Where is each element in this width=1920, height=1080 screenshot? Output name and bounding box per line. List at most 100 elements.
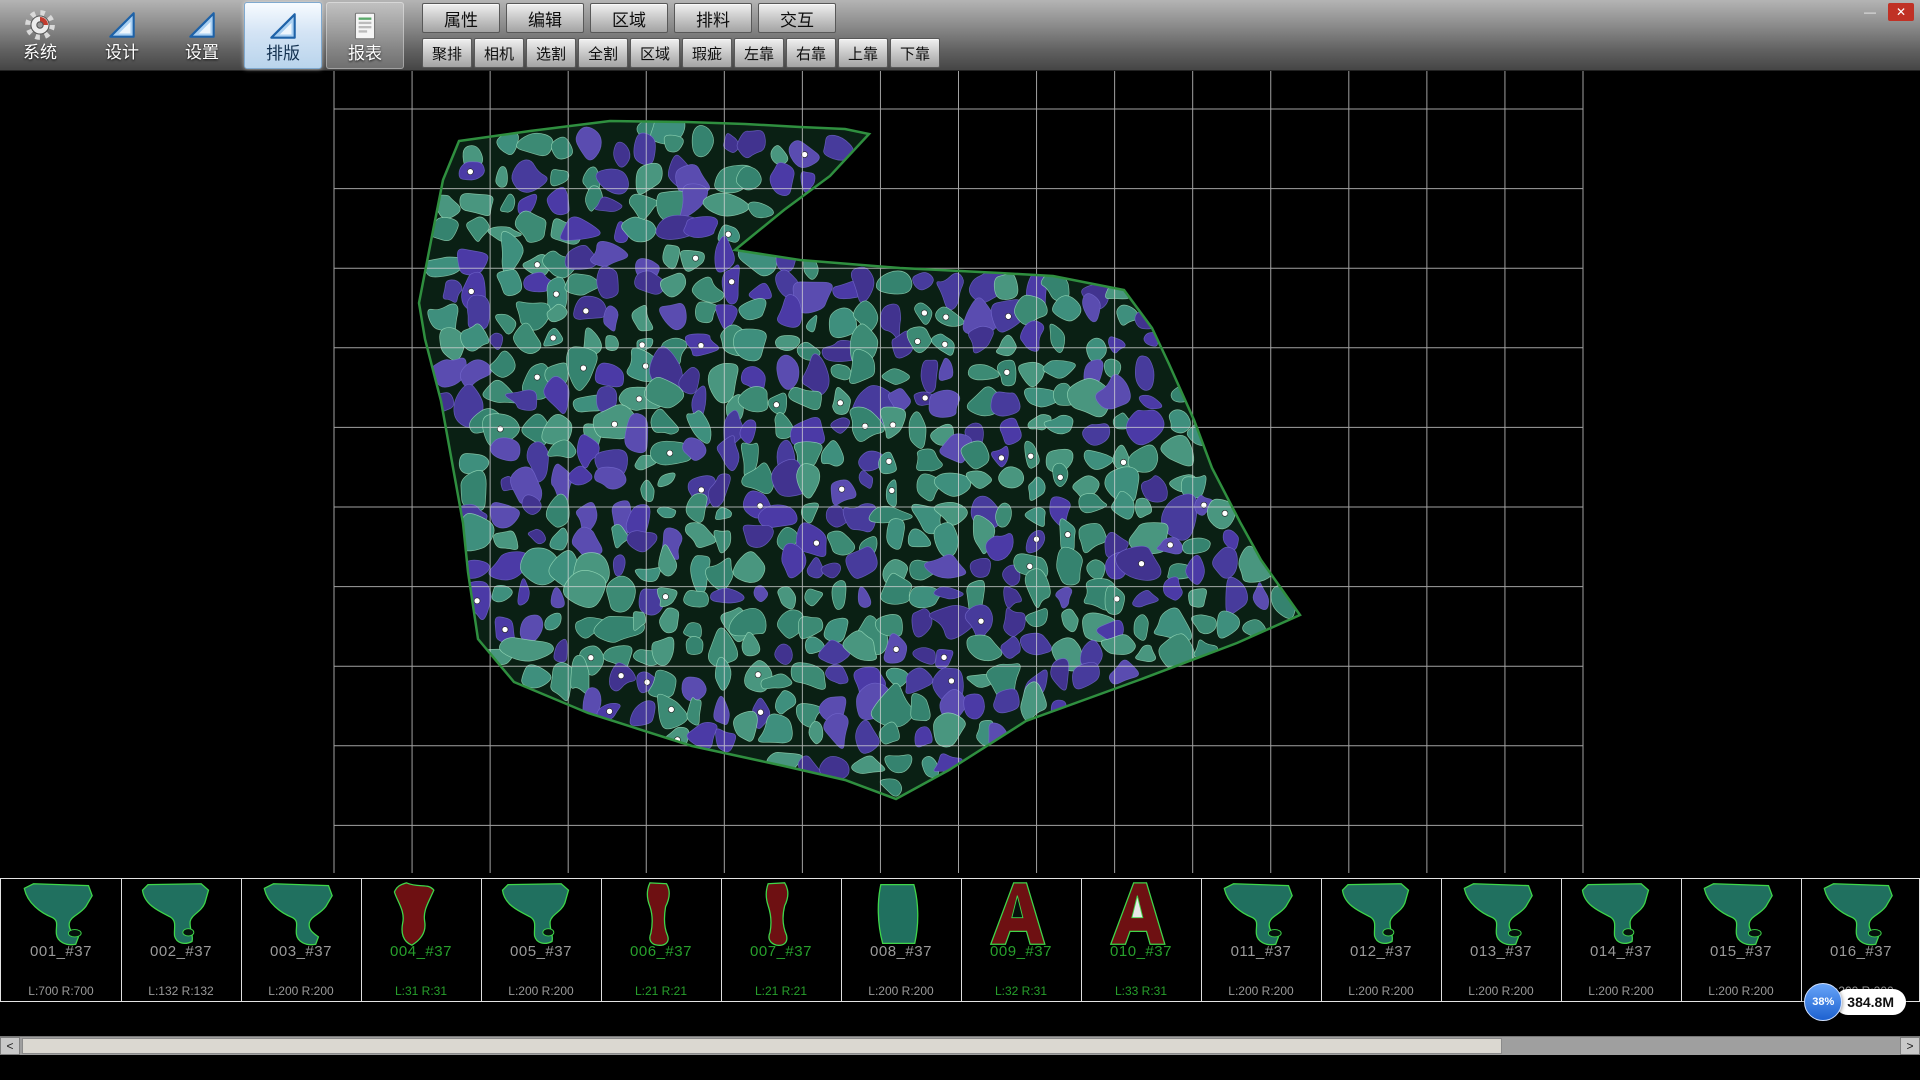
piece-counts: L:200 R:200: [1441, 984, 1561, 998]
piece-thumb-014_#37[interactable]: 014_#37 L:200 R:200: [1561, 879, 1682, 1001]
main-toolbar: 系统 设计 设置 排版 报表 属性编辑区域排料交互: [0, 0, 1920, 71]
piece-thumb-013_#37[interactable]: 013_#37L:200 R:200: [1441, 879, 1562, 1001]
piece-thumb-010_#37[interactable]: 010_#37 L:33 R:31: [1081, 879, 1202, 1001]
close-button[interactable]: ✕: [1888, 3, 1914, 21]
piece-thumb-007_#37[interactable]: 007_#37L:21 R:21: [721, 879, 842, 1001]
piece-id: 014_#37: [1561, 943, 1681, 960]
piece-thumb-003_#37[interactable]: 003_#37L:200 R:200: [241, 879, 362, 1001]
piece-shape-icon: [1091, 881, 1191, 947]
piece-thumb-006_#37[interactable]: 006_#37 L:21 R:21: [601, 879, 722, 1001]
set-square-icon: [105, 8, 139, 42]
piece-shape-icon: [1811, 881, 1911, 947]
piece-counts: L:700 R:700: [1, 984, 121, 998]
tool-button-4[interactable]: 区域: [630, 38, 680, 68]
menu-tab-1[interactable]: 编辑: [506, 3, 584, 33]
piece-id: 012_#37: [1321, 943, 1441, 960]
piece-shape-icon: [611, 881, 711, 947]
memory-indicator: 384.8M: [1835, 989, 1906, 1015]
toolbar-button-system[interactable]: 系统: [2, 2, 78, 67]
piece-thumb-005_#37[interactable]: 005_#37L:200 R:200: [481, 879, 602, 1001]
piece-counts: L:200 R:200: [241, 984, 361, 998]
piece-id: 009_#37: [961, 943, 1081, 960]
tool-button-2[interactable]: 选割: [526, 38, 576, 68]
memory-value: 384.8M: [1847, 994, 1894, 1010]
piece-id: 016_#37: [1801, 943, 1920, 960]
piece-thumb-015_#37[interactable]: 015_#37 L:200 R:200: [1681, 879, 1802, 1001]
piece-thumb-002_#37[interactable]: 002_#37 L:132 R:132: [121, 879, 242, 1001]
piece-id: 011_#37: [1201, 943, 1321, 960]
tool-button-3[interactable]: 全割: [578, 38, 628, 68]
piece-shape-icon: [971, 881, 1071, 947]
piece-id: 002_#37: [121, 943, 241, 960]
horizontal-scrollbar[interactable]: < >: [0, 1036, 1920, 1055]
menu-tab-4[interactable]: 交互: [758, 3, 836, 33]
percent-value: 38%: [1812, 996, 1834, 1008]
minimize-button[interactable]: —: [1857, 3, 1883, 21]
piece-counts: L:21 R:21: [721, 984, 841, 998]
tool-button-9[interactable]: 下靠: [890, 38, 940, 68]
piece-shape-icon: [1571, 881, 1671, 947]
piece-thumb-009_#37[interactable]: 009_#37L:32 R:31: [961, 879, 1082, 1001]
toolbar-button-label: 系统: [23, 44, 57, 61]
menu-tab-0[interactable]: 属性: [422, 3, 500, 33]
toolbar-button-label: 排版: [266, 45, 300, 62]
piece-counts: L:200 R:200: [1321, 984, 1441, 998]
piece-id: 004_#37: [361, 943, 481, 960]
piece-id: 006_#37: [601, 943, 721, 960]
piece-thumb-004_#37[interactable]: 004_#37 L:31 R:31: [361, 879, 482, 1001]
piece-shape-icon: [1691, 881, 1791, 947]
set-square-icon: [266, 9, 300, 43]
menu-tab-2[interactable]: 区域: [590, 3, 668, 33]
piece-counts: L:31 R:31: [361, 984, 481, 998]
piece-thumb-012_#37[interactable]: 012_#37 L:200 R:200: [1321, 879, 1442, 1001]
piece-shape-icon: [1211, 881, 1311, 947]
tool-button-8[interactable]: 上靠: [838, 38, 888, 68]
gear-icon: [23, 8, 57, 42]
menu-area: 属性编辑区域排料交互 聚排相机选割全割区域瑕疵左靠右靠上靠下靠: [422, 0, 940, 68]
tool-button-row: 聚排相机选割全割区域瑕疵左靠右靠上靠下靠: [422, 38, 940, 68]
scrollbar-thumb[interactable]: [22, 1038, 1502, 1054]
piece-shape-icon: [251, 881, 351, 947]
piece-list: 001_#37 L:700 R:700 002_#37 L:132 R:132003_…: [0, 878, 1920, 1002]
piece-counts: L:200 R:200: [841, 984, 961, 998]
piece-id: 005_#37: [481, 943, 601, 960]
toolbar-button-design[interactable]: 设计: [84, 2, 160, 67]
tool-button-5[interactable]: 瑕疵: [682, 38, 732, 68]
tool-button-1[interactable]: 相机: [474, 38, 524, 68]
piece-counts: L:21 R:21: [601, 984, 721, 998]
piece-shape-icon: [131, 881, 231, 947]
piece-id: 015_#37: [1681, 943, 1801, 960]
window-controls: — ✕: [1857, 3, 1914, 21]
nesting-canvas-svg[interactable]: [0, 70, 1920, 873]
piece-counts: L:132 R:132: [121, 984, 241, 998]
scroll-right-button[interactable]: >: [1900, 1037, 1920, 1055]
piece-shape-icon: [731, 881, 831, 947]
piece-counts: L:33 R:31: [1081, 984, 1201, 998]
piece-thumb-011_#37[interactable]: 011_#37L:200 R:200: [1201, 879, 1322, 1001]
piece-thumb-001_#37[interactable]: 001_#37 L:700 R:700: [1, 879, 122, 1001]
piece-thumb-008_#37[interactable]: 008_#37 L:200 R:200: [841, 879, 962, 1001]
piece-counts: L:200 R:200: [1681, 984, 1801, 998]
piece-id: 010_#37: [1081, 943, 1201, 960]
piece-counts: L:200 R:200: [1561, 984, 1681, 998]
toolbar-button-layout[interactable]: 排版: [244, 2, 322, 69]
scroll-left-button[interactable]: <: [0, 1037, 20, 1055]
toolbar-button-label: 报表: [348, 45, 382, 62]
menu-tab-3[interactable]: 排料: [674, 3, 752, 33]
progress-badge: 38% 384.8M: [1804, 983, 1906, 1021]
tool-button-0[interactable]: 聚排: [422, 38, 472, 68]
piece-shape-icon: [1331, 881, 1431, 947]
piece-shape-icon: [851, 881, 951, 947]
piece-shape-icon: [1451, 881, 1551, 947]
toolbar-button-report[interactable]: 报表: [326, 2, 404, 69]
tool-button-7[interactable]: 右靠: [786, 38, 836, 68]
nesting-canvas[interactable]: [0, 70, 1920, 873]
piece-id: 001_#37: [1, 943, 121, 960]
menu-tab-row: 属性编辑区域排料交互: [422, 3, 940, 33]
toolbar-button-settings[interactable]: 设置: [164, 2, 240, 67]
tool-button-6[interactable]: 左靠: [734, 38, 784, 68]
piece-id: 008_#37: [841, 943, 961, 960]
toolbar-button-label: 设置: [185, 44, 219, 61]
piece-shape-icon: [11, 881, 111, 947]
piece-shape-icon: [491, 881, 591, 947]
